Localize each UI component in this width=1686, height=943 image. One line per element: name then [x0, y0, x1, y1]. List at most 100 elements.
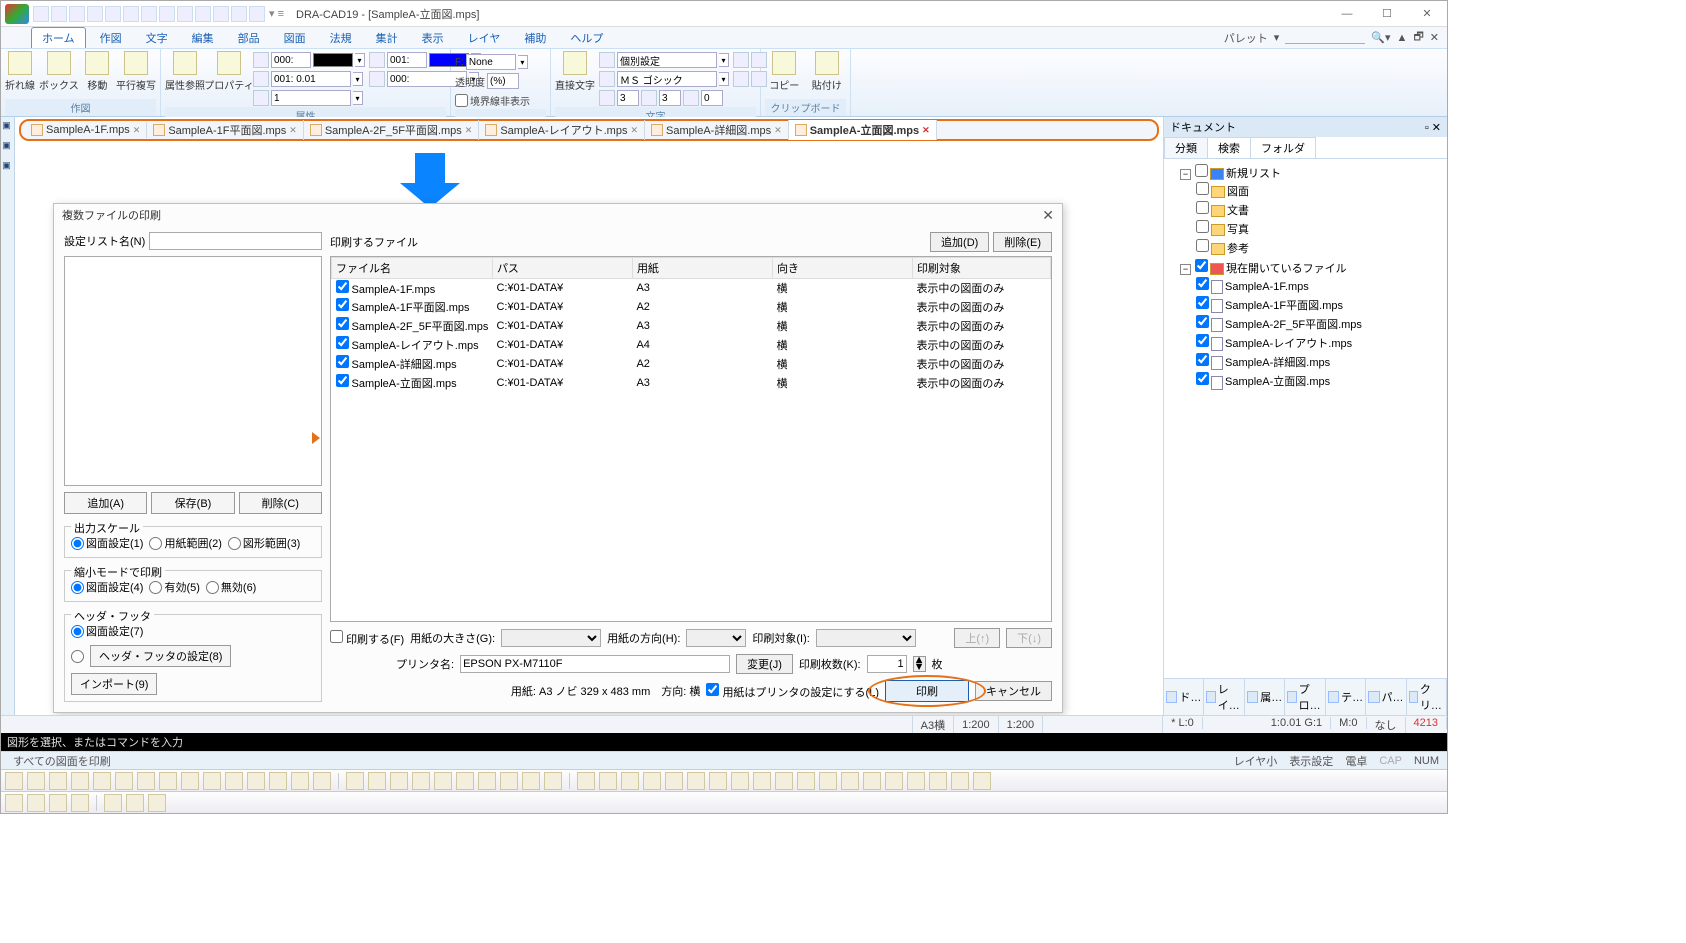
tool-icon[interactable] [775, 772, 793, 790]
doc-tab[interactable]: SampleA-1F平面図.mps✕ [147, 120, 304, 140]
ribbon-move[interactable]: 移動 [83, 51, 112, 92]
tree-file-item[interactable]: SampleA-レイアウト.mps [1194, 333, 1445, 352]
G-input[interactable] [271, 90, 351, 106]
gutter-icon[interactable]: ▣ [3, 161, 13, 171]
tab-view[interactable]: 表示 [412, 28, 454, 48]
palette-dropdown[interactable]: ▾ [1274, 31, 1280, 44]
move-up-button[interactable]: 上(↑) [954, 628, 1000, 648]
hf-opt-drawing[interactable]: 図面設定(7) [71, 623, 143, 639]
move-down-button[interactable]: 下(↓) [1006, 628, 1052, 648]
tool-icon[interactable] [841, 772, 859, 790]
C-input[interactable] [387, 52, 427, 68]
tool-icon[interactable] [137, 772, 155, 790]
qat-icon[interactable] [51, 6, 67, 22]
setlist-listbox[interactable] [64, 256, 322, 486]
tool-icon[interactable] [929, 772, 947, 790]
qat-icon[interactable] [249, 6, 265, 22]
status-scale2[interactable]: 1:200 [999, 716, 1044, 733]
height-input[interactable] [617, 90, 639, 106]
document-tree[interactable]: −新規リスト 図面 文書 写真 参考 −現在開いているファイル SampleA-… [1164, 159, 1447, 678]
doc-tab[interactable]: SampleA-1F.mps✕ [25, 122, 147, 138]
tool-icon[interactable] [225, 772, 243, 790]
doc-tab[interactable]: SampleA-詳細図.mps✕ [645, 120, 789, 140]
setlist-input[interactable] [149, 232, 322, 250]
bottomtab-doc[interactable]: ド… [1164, 679, 1204, 715]
tool-icon[interactable] [104, 794, 122, 812]
tab-assist[interactable]: 補助 [514, 28, 556, 48]
bottomtab-layer[interactable]: レイ… [1204, 679, 1244, 715]
col-orient[interactable]: 向き [772, 258, 912, 279]
col-filename[interactable]: ファイル名 [332, 258, 493, 279]
qat-icon[interactable] [33, 6, 49, 22]
tool-icon[interactable] [49, 794, 67, 812]
setlist-save-button[interactable]: 保存(B) [151, 492, 234, 514]
status-scale1[interactable]: 1:200 [954, 716, 999, 733]
row-checkbox[interactable] [336, 355, 349, 368]
tool-icon[interactable] [247, 772, 265, 790]
gutter-icon[interactable]: ▣ [3, 121, 13, 131]
tool-icon[interactable] [687, 772, 705, 790]
file-table[interactable]: ファイル名 パス 用紙 向き 印刷対象 SampleA-1F.mpsC:¥01-… [330, 256, 1052, 622]
tool-icon[interactable] [291, 772, 309, 790]
close-tab-icon[interactable]: ✕ [774, 125, 782, 136]
qat-icon[interactable] [231, 6, 247, 22]
setlist-delete-button[interactable]: 削除(C) [239, 492, 322, 514]
tool-icon[interactable] [368, 772, 386, 790]
file-add-button[interactable]: 追加(D) [930, 232, 989, 252]
tool-icon[interactable] [313, 772, 331, 790]
tool-icon[interactable] [753, 772, 771, 790]
ribbon-paste[interactable]: 貼付け [808, 51, 847, 92]
ribbon-box[interactable]: ボックス [39, 51, 79, 92]
caret-icon[interactable]: ▾ [719, 72, 729, 86]
scale-opt-shape[interactable]: 図形範囲(3) [228, 535, 300, 551]
status-none[interactable]: なし [1367, 717, 1406, 733]
docpanel-tab-category[interactable]: 分類 [1164, 137, 1208, 158]
close-tab-icon[interactable]: ✕ [289, 125, 297, 136]
restore-window-icon[interactable]: 🗗 [1413, 28, 1423, 47]
quick-access-toolbar[interactable] [33, 6, 265, 22]
tab-home[interactable]: ホーム [31, 27, 86, 48]
table-row[interactable]: SampleA-レイアウト.mpsC:¥01-DATA¥A4横表示中の図面のみ [332, 335, 1051, 354]
tab-help[interactable]: ヘルプ [560, 28, 613, 48]
hf-opt-custom[interactable] [71, 650, 84, 663]
tool-icon[interactable] [797, 772, 815, 790]
tree-file-item[interactable]: SampleA-1F.mps [1194, 276, 1445, 295]
tool-icon[interactable] [621, 772, 639, 790]
printer-change-button[interactable]: 変更(J) [736, 654, 793, 674]
ribbon-parallel-copy[interactable]: 平行複写 [116, 51, 156, 92]
tool-icon[interactable] [269, 772, 287, 790]
tree-item[interactable]: 写真 [1227, 224, 1249, 236]
file-delete-button[interactable]: 削除(E) [993, 232, 1052, 252]
doc-tab-active[interactable]: SampleA-立面図.mps✕ [789, 120, 937, 140]
tab-parts[interactable]: 部品 [228, 28, 270, 48]
caret-icon[interactable]: ▾ [353, 91, 363, 105]
print-f-check[interactable]: 印刷する(F) [330, 630, 404, 647]
tool-icon[interactable] [973, 772, 991, 790]
docpanel-tab-search[interactable]: 検索 [1207, 137, 1251, 158]
close-tab-icon[interactable]: ✕ [133, 125, 141, 136]
tab-layer[interactable]: レイヤ [458, 28, 511, 48]
tree-collapse-icon[interactable]: − [1180, 264, 1191, 275]
close-tab-icon[interactable]: ✕ [922, 125, 930, 136]
status-layer[interactable]: * L:0 [1163, 717, 1203, 729]
bottomtab-prop[interactable]: プロ… [1285, 679, 1325, 715]
qat-icon[interactable] [213, 6, 229, 22]
tool-icon[interactable] [456, 772, 474, 790]
row-checkbox[interactable] [336, 374, 349, 387]
gutter-icon[interactable]: ▣ [3, 141, 13, 151]
L-input[interactable] [271, 52, 311, 68]
shrink-opt-drawing[interactable]: 図面設定(4) [71, 579, 143, 595]
tree-file-item[interactable]: SampleA-2F_5F平面図.mps [1194, 314, 1445, 333]
tab-regulation[interactable]: 法規 [320, 28, 362, 48]
use-printer-paper-check[interactable]: 用紙はプリンタの設定にする(L) [706, 683, 879, 700]
status-paper[interactable]: A3横 [913, 716, 954, 733]
angle-input[interactable] [701, 90, 723, 106]
tool-icon[interactable] [181, 772, 199, 790]
printer-name-input[interactable] [460, 655, 730, 673]
scale-opt-drawing[interactable]: 図面設定(1) [71, 535, 143, 551]
table-row[interactable]: SampleA-立面図.mpsC:¥01-DATA¥A3横表示中の図面のみ [332, 373, 1051, 392]
row-checkbox[interactable] [336, 336, 349, 349]
fill-input[interactable] [466, 54, 516, 70]
qat-icon[interactable] [69, 6, 85, 22]
tool-icon[interactable] [907, 772, 925, 790]
